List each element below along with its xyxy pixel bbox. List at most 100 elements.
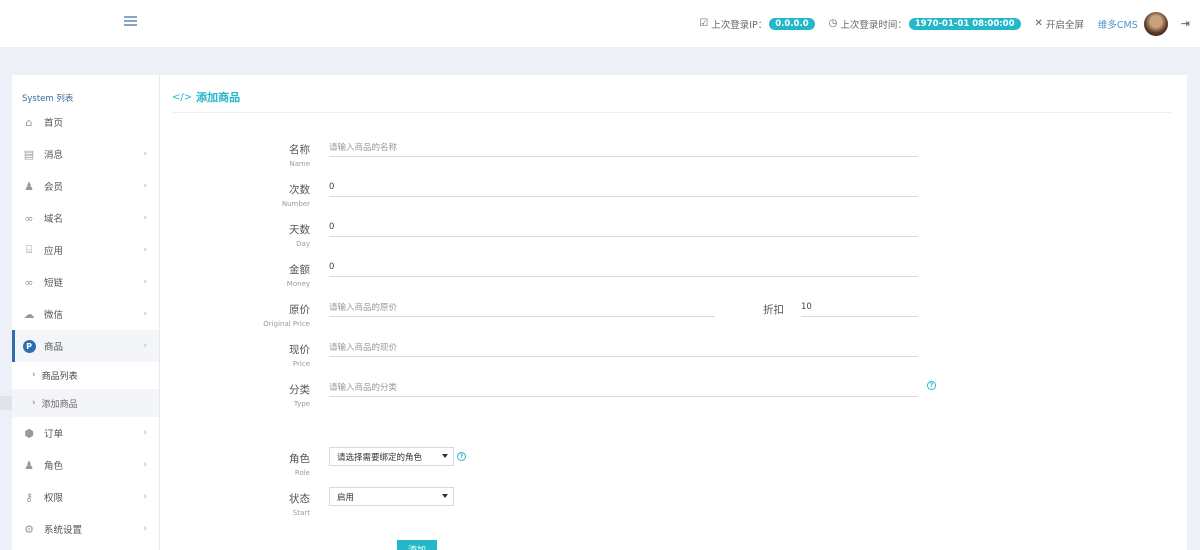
- chevron-right-icon: ›: [32, 398, 36, 408]
- chevron-right-icon: ›: [143, 524, 147, 534]
- sidebar-item-shortlink[interactable]: ∞ 短链 ›: [12, 266, 159, 298]
- cms-link[interactable]: 维多CMS: [1098, 17, 1138, 31]
- type-input[interactable]: 请输入商品的分类: [329, 377, 918, 397]
- name-label-en: Name: [289, 160, 310, 168]
- role-select-value: 请选择需要绑定的角色: [337, 452, 423, 463]
- expand-icon: ✕: [1034, 18, 1043, 29]
- fullscreen-button[interactable]: ✕ 开启全屏: [1035, 17, 1084, 31]
- status-label: 状态 Start: [160, 491, 310, 517]
- menu-toggle-icon[interactable]: [124, 16, 137, 27]
- number-input[interactable]: 0: [329, 177, 918, 197]
- chevron-right-icon: ›: [143, 245, 147, 255]
- code-icon: </>: [172, 91, 193, 103]
- sidebar: System 列表 ⌂ 首页 ▤ 消息 › ♟ 会员 › ∞ 域名 › ⌸ 应用…: [12, 75, 160, 550]
- sidebar-item-role[interactable]: ♟ 角色 ›: [12, 449, 159, 481]
- fullscreen-label: 开启全屏: [1045, 19, 1084, 31]
- sidebar-item-label: 应用: [44, 246, 64, 257]
- last-login-ip: ☑ 上次登录IP： 0.0.0.0: [699, 17, 815, 31]
- sidebar-item-order[interactable]: ⬢ 订单 ›: [12, 417, 159, 449]
- status-select-value: 启用: [337, 492, 355, 503]
- chevron-right-icon: ›: [143, 181, 147, 191]
- sidebar-subitem-add-product[interactable]: › 添加商品: [12, 389, 159, 417]
- role-select[interactable]: 请选择需要绑定的角色: [329, 447, 454, 466]
- sidebar-item-label: 权限: [44, 493, 64, 504]
- chevron-right-icon: ›: [143, 309, 147, 319]
- order-icon: ⬢: [24, 426, 34, 440]
- sidebar-item-label: 微信: [44, 310, 64, 321]
- last-time-label: 上次登录时间：: [840, 19, 907, 31]
- sidebar-item-permission[interactable]: ⚷ 权限 ›: [12, 481, 159, 513]
- role-label-en: Role: [294, 469, 310, 477]
- gift-icon: ⌸: [25, 243, 33, 256]
- chevron-right-icon: ›: [143, 492, 147, 502]
- type-label-cn: 分类: [289, 384, 310, 396]
- sidebar-item-member[interactable]: ♟ 会员 ›: [12, 170, 159, 202]
- sidebar-item-settings[interactable]: ⚙ 系统设置 ›: [12, 513, 159, 545]
- day-label-en: Day: [296, 240, 310, 248]
- page-title-text: 添加商品: [196, 91, 241, 104]
- document-icon: ▤: [23, 147, 35, 161]
- title-divider: [172, 112, 1172, 113]
- gears-icon: ⚙: [24, 522, 34, 536]
- clock-icon: ◷: [828, 18, 838, 29]
- role-label-cn: 角色: [289, 453, 310, 465]
- chevron-right-icon: ›: [32, 370, 36, 380]
- day-label-cn: 天数: [289, 224, 310, 236]
- money-label: 金额 Money: [160, 262, 310, 288]
- price-input[interactable]: 请输入商品的现价: [329, 337, 918, 357]
- sidebar-item-product[interactable]: P 商品 ›: [12, 330, 159, 362]
- sidebar-collapse-handle[interactable]: [0, 396, 12, 410]
- submit-button[interactable]: 添加: [397, 540, 437, 550]
- avatar[interactable]: [1143, 11, 1168, 36]
- original-price-input[interactable]: 请输入商品的原价: [329, 297, 715, 317]
- sidebar-item-app[interactable]: ⌸ 应用 ›: [12, 234, 159, 266]
- caret-down-icon: [442, 454, 448, 458]
- page-title: </> 添加商品: [172, 89, 240, 105]
- sidebar-item-home[interactable]: ⌂ 首页: [12, 106, 159, 138]
- original-price-label-cn: 原价: [289, 304, 310, 316]
- last-ip-label: 上次登录IP：: [711, 19, 768, 31]
- sidebar-subitem-label: 商品列表: [41, 371, 78, 382]
- sidebar-item-label: 消息: [44, 150, 64, 161]
- money-label-en: Money: [286, 280, 310, 288]
- name-input[interactable]: 请输入商品的名称: [329, 137, 918, 157]
- top-header: ☑ 上次登录IP： 0.0.0.0 ◷ 上次登录时间： 1970-01-01 0…: [0, 0, 1200, 47]
- role-label: 角色 Role: [160, 451, 310, 477]
- price-label-en: Price: [292, 360, 310, 368]
- wechat-icon: ☁: [23, 307, 35, 321]
- sidebar-item-domain[interactable]: ∞ 域名 ›: [12, 202, 159, 234]
- discount-input[interactable]: 10: [801, 297, 918, 317]
- sidebar-item-message[interactable]: ▤ 消息 ›: [12, 138, 159, 170]
- last-time-badge: 1970-01-01 08:00:00: [908, 17, 1021, 30]
- link-icon: ∞: [24, 275, 34, 289]
- home-icon: ⌂: [25, 115, 33, 129]
- sidebar-item-wechat[interactable]: ☁ 微信 ›: [12, 298, 159, 330]
- main-panel: </> 添加商品 名称 Name 请输入商品的名称 次数 Number 0 天数…: [160, 75, 1187, 550]
- link-icon: ∞: [24, 211, 34, 225]
- help-icon[interactable]: ?: [457, 452, 466, 461]
- number-label-cn: 次数: [289, 184, 310, 196]
- checkbox-icon: ☑: [699, 18, 709, 29]
- sidebar-item-label: 系统设置: [44, 525, 83, 536]
- day-label: 天数 Day: [160, 222, 310, 248]
- chevron-right-icon: ›: [143, 213, 147, 223]
- name-label: 名称 Name: [160, 142, 310, 168]
- type-label-en: Type: [293, 400, 310, 408]
- logout-icon[interactable]: ⇥: [1181, 17, 1190, 30]
- money-label-cn: 金额: [289, 264, 310, 276]
- chevron-right-icon: ›: [143, 460, 147, 470]
- money-input[interactable]: 0: [329, 257, 918, 277]
- product-icon: P: [22, 339, 36, 353]
- chevron-right-icon: ›: [143, 341, 147, 351]
- original-price-label: 原价 Original Price: [160, 302, 310, 328]
- sidebar-title: System 列表: [22, 94, 74, 104]
- help-icon[interactable]: ?: [927, 381, 936, 390]
- sidebar-item-label: 商品: [44, 342, 64, 353]
- sidebar-subitem-product-list[interactable]: › 商品列表: [12, 361, 159, 389]
- sidebar-item-label: 订单: [44, 429, 64, 440]
- day-input[interactable]: 0: [329, 217, 918, 237]
- price-label: 现价 Price: [160, 342, 310, 368]
- status-select[interactable]: 启用: [329, 487, 454, 506]
- user-icon: ♟: [24, 458, 34, 472]
- last-login-time: ◷ 上次登录时间： 1970-01-01 08:00:00: [829, 17, 1021, 31]
